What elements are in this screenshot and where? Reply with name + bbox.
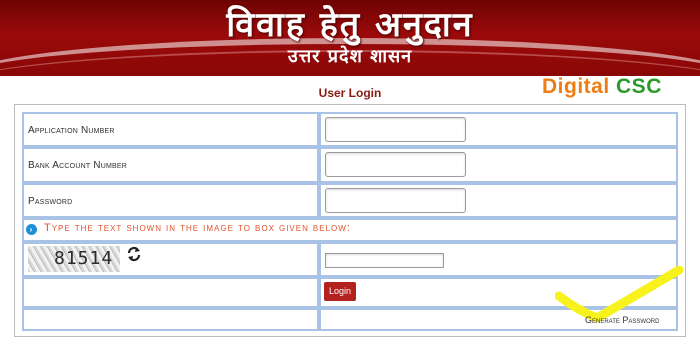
login-empty-cell: [22, 277, 319, 308]
captcha-hint-row: › Type the text shown in the image to bo…: [24, 220, 678, 240]
page-title: User Login: [318, 86, 382, 100]
bank-account-label-cell: Bank Account Number: [22, 147, 319, 183]
application-number-label-cell: Application Number: [22, 112, 319, 147]
login-button[interactable]: Login: [324, 282, 356, 301]
captcha-text: 81514: [54, 248, 114, 269]
application-number-label: Application Number: [28, 125, 115, 136]
bank-account-label: Bank Account Number: [28, 160, 127, 171]
captcha-input[interactable]: [325, 253, 444, 268]
captcha-hint-text: Type the text shown in the image to box …: [44, 222, 351, 234]
password-label-cell: Password: [22, 183, 319, 218]
password-input-cell: [319, 183, 678, 218]
captcha-image: 81514: [28, 246, 120, 272]
password-label: Password: [28, 196, 73, 207]
generate-empty-cell: [22, 308, 319, 331]
header-banner: विवाह हेतु अनुदान उत्तर प्रदेश शासन: [0, 0, 700, 76]
bank-account-input-cell: [319, 147, 678, 183]
generate-password-link[interactable]: Generate Password: [585, 315, 659, 325]
banner-subtitle: उत्तर प्रदेश शासन: [287, 46, 413, 67]
info-arrow-icon: ›: [26, 224, 37, 235]
refresh-captcha-icon[interactable]: [126, 246, 142, 262]
banner-title: विवाह हेतु अनुदान: [226, 5, 474, 45]
bank-account-input[interactable]: [325, 152, 466, 177]
password-input[interactable]: [325, 188, 466, 213]
application-number-input[interactable]: [325, 117, 466, 142]
application-number-input-cell: [319, 112, 678, 147]
